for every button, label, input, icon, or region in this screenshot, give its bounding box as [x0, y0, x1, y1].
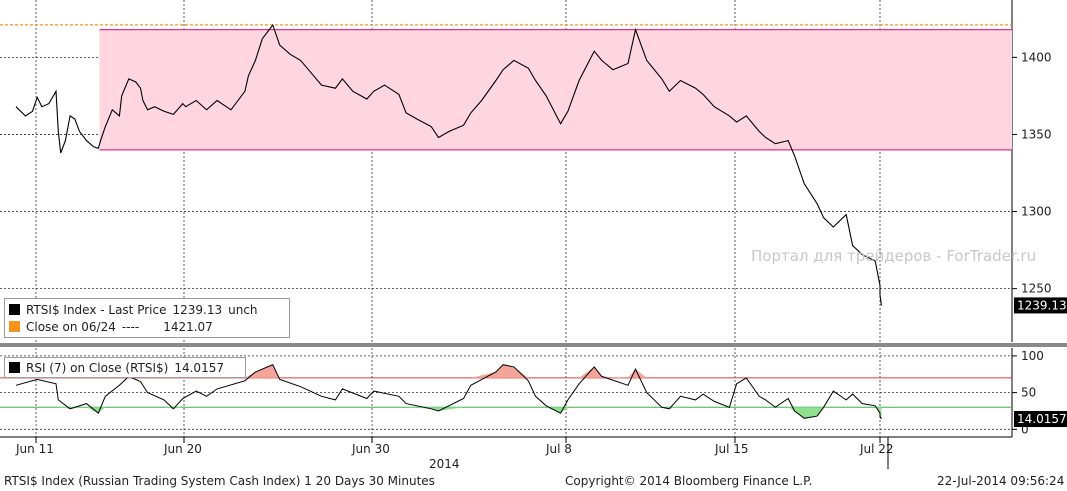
- rsi-tick-label: 100: [1021, 349, 1044, 363]
- x-tick-label: Jul 8: [545, 442, 572, 456]
- footer-left: RTSI$ Index (Russian Trading System Cash…: [4, 474, 435, 488]
- panel-divider: [0, 343, 1067, 347]
- x-tick-label: Jul 15: [714, 442, 749, 456]
- x-tick-label: Jun 11: [15, 442, 54, 456]
- legend-close-dashes: ----: [121, 319, 140, 334]
- footer-timestamp: 22-Jul-2014 09:56:24: [937, 474, 1065, 488]
- footer-copyright: Copyright© 2014 Bloomberg Finance L.P.: [565, 474, 813, 488]
- time-x-axis: Jun 11 Jun 20 Jun 30 Jul 8 Jul 15 Jul 22: [0, 436, 1012, 469]
- price-last-badge-label: 1239.13: [1017, 298, 1067, 312]
- price-legend: RTSI$ Index - Last Price 1239.13 unch Cl…: [4, 298, 290, 338]
- legend-price-value: 1239.13: [172, 302, 223, 317]
- chart-canvas: 12501300135014001239.13 05010014.0157 Ju…: [0, 0, 1067, 469]
- watermark: Портал для трейдеров - ForTrader.ru: [751, 247, 1037, 265]
- legend-close-swatch: [9, 321, 20, 332]
- rsi-y-axis: 05010014.0157: [1012, 349, 1067, 436]
- x-tick-label: Jun 20: [163, 442, 202, 456]
- legend-close-row: Close on 06/24 ---- 1421.07: [9, 318, 285, 335]
- legend-price-row: RTSI$ Index - Last Price 1239.13 unch: [9, 301, 285, 318]
- price-tick-label: 1350: [1021, 127, 1052, 141]
- price-tick-label: 1300: [1021, 205, 1052, 219]
- legend-price-label: RTSI$ Index - Last Price: [26, 302, 167, 317]
- price-y-axis: 1250 1300 1350 1400 1239.13: [1012, 50, 1067, 314]
- legend-price-unit: unch: [228, 302, 258, 317]
- consolidation-band: [0, 24, 1012, 151]
- price-tick-label: 1250: [1021, 282, 1052, 296]
- price-tick-label: 1400: [1021, 50, 1052, 64]
- year-label: 2014: [429, 457, 460, 471]
- rsi-oversold-fill: [58, 407, 882, 420]
- legend-close-value: 1421.07: [163, 319, 213, 334]
- legend-close-label: Close on 06/24: [26, 319, 116, 334]
- rsi-legend: RSI (7) on Close (RTSI$) 14.0157: [4, 357, 246, 378]
- x-tick-label: Jun 30: [351, 442, 390, 456]
- rsi-last-badge-label: 14.0157: [1017, 412, 1067, 426]
- rsi-tick-label: 50: [1021, 386, 1036, 400]
- legend-rsi-row: RSI (7) on Close (RTSI$) 14.0157: [9, 359, 241, 376]
- legend-rsi-value: 14.0157: [174, 360, 224, 375]
- legend-price-swatch: [9, 304, 20, 315]
- legend-rsi-label: RSI (7) on Close (RTSI$): [26, 360, 169, 375]
- legend-rsi-swatch: [9, 362, 20, 373]
- band-fill: [99, 29, 1012, 150]
